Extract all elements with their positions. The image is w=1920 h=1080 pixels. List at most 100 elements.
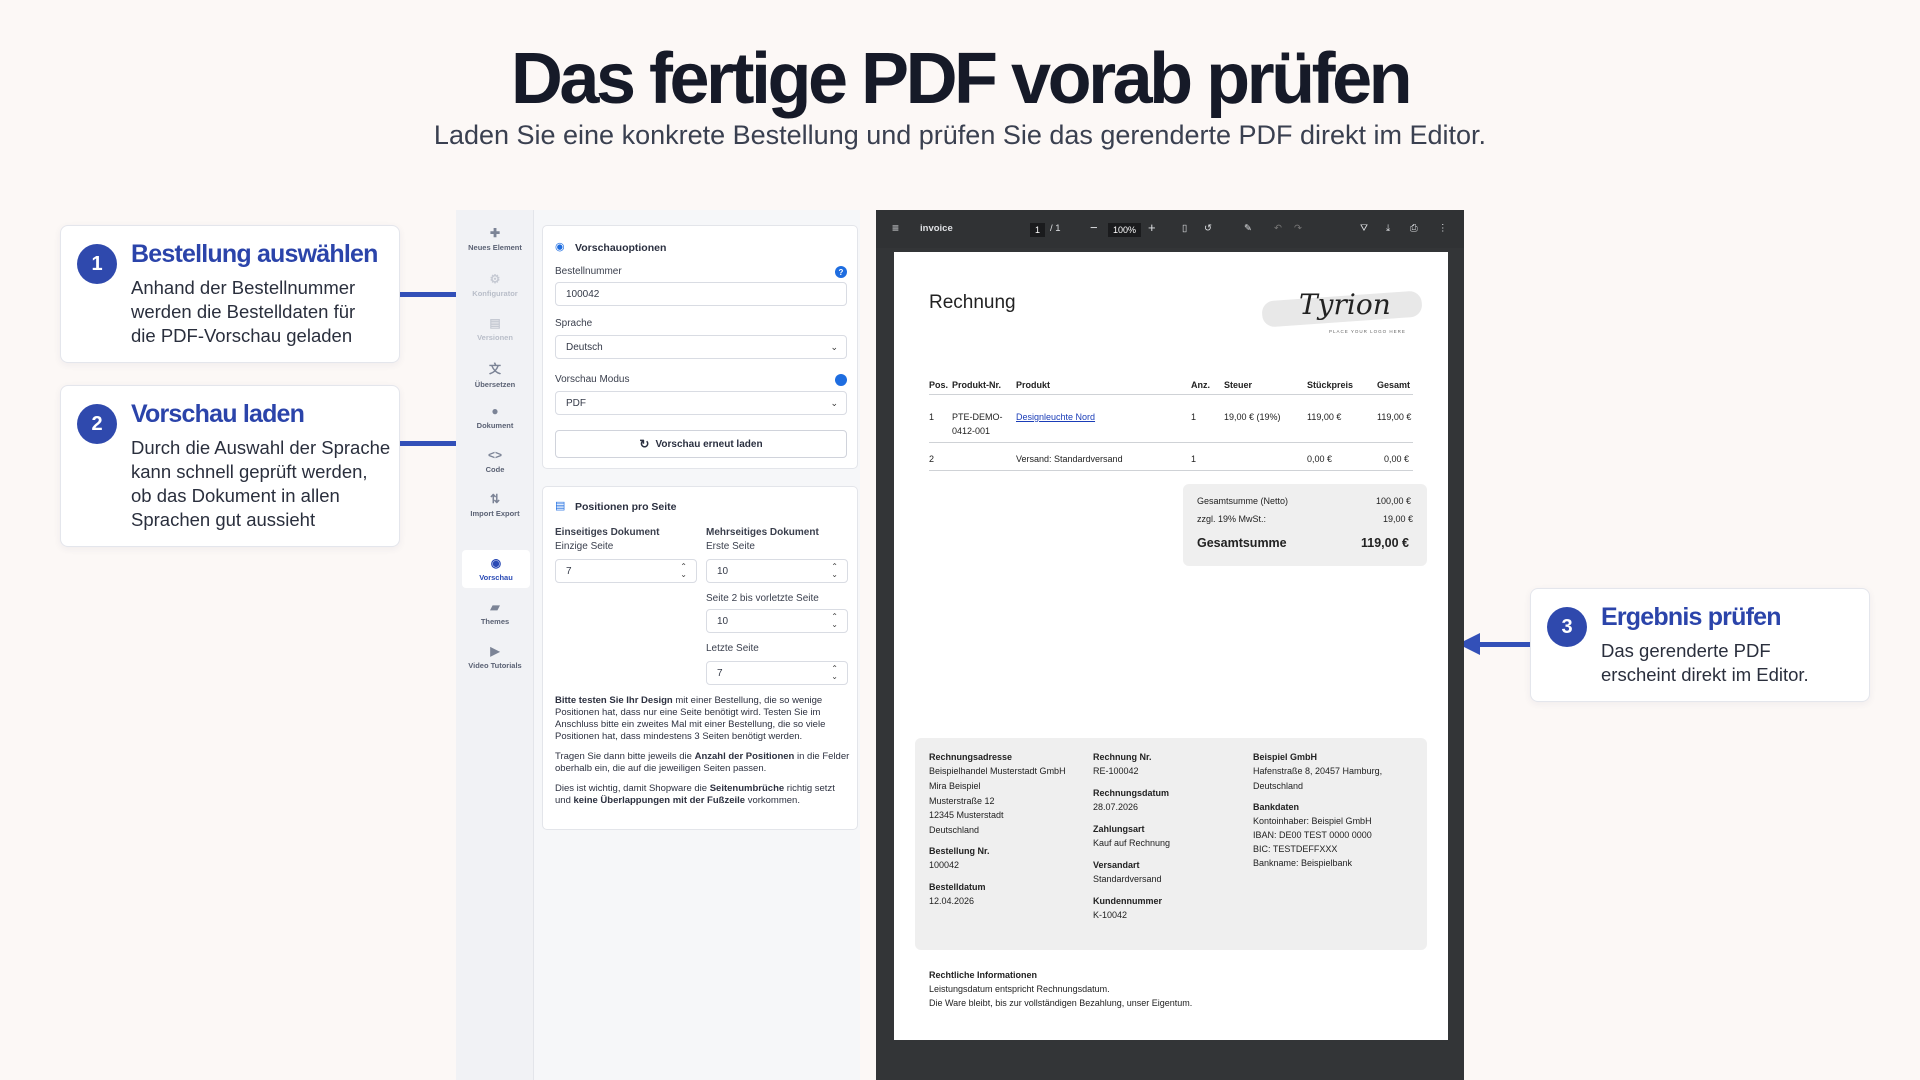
payment-value: Kauf auf Rechnung (1093, 838, 1171, 848)
customer-value: K-10042 (1093, 910, 1128, 920)
stepper-icon[interactable]: ⌃ ⌄ (680, 563, 687, 579)
legal-line: Leistungsdatum entspricht Rechnungsdatum… (929, 984, 1110, 994)
redo-icon[interactable]: ↷ (1294, 223, 1302, 234)
invoice-date-value: 28.07.2026 (1093, 802, 1139, 812)
row-total: 119,00 € (1377, 412, 1412, 422)
hero-title: Das fertige PDF vorab prüfen (510, 39, 1413, 119)
address-line: Mira Beispiel (929, 781, 981, 791)
last-page-input[interactable]: 7 ⌃ ⌄ (706, 661, 848, 685)
net-total-label: Gesamtsumme (Netto) (1197, 496, 1289, 506)
product-link[interactable]: Designleuchte Nord (1016, 412, 1095, 422)
sidebar-item-document[interactable]: ● Dokument (456, 404, 534, 430)
page-number-input[interactable]: 1 (1030, 223, 1046, 237)
order-date-label: Bestelldatum (929, 882, 986, 892)
grand-total-value: 119,00 € (1361, 536, 1409, 550)
puzzle-icon: ✚ (489, 226, 501, 240)
single-page-input[interactable]: 7 ⌃ ⌄ (555, 559, 697, 583)
help-icon[interactable]: ? (835, 266, 847, 278)
row-qty: 1 (1191, 412, 1197, 422)
stepper-icon[interactable]: ⌃ ⌄ (831, 563, 838, 579)
sidebar-label: Code (485, 465, 505, 474)
rotate-icon[interactable]: ↺ (1204, 223, 1212, 234)
address-line: Deutschland (929, 825, 980, 835)
row-divider (929, 442, 1413, 443)
preview-mode-value: PDF (566, 397, 586, 409)
sidebar-item-import-export[interactable]: ⇅ Import Export (456, 492, 534, 518)
pdf-viewer: ≡ invoice 1 / 1 − 100% + ▯ ↺ ✎ ↶ ↷ ⛛ ⤓ ⎙… (876, 210, 1464, 1080)
step-number: 2 (77, 404, 117, 444)
sidebar-label: Neues Element (468, 243, 522, 252)
reload-preview-button[interactable]: ↻ Vorschau erneut laden (555, 430, 847, 458)
zoom-in-icon[interactable]: + (1148, 220, 1156, 235)
sidebar-item-translate[interactable]: 文 Übersetzen (456, 360, 534, 389)
table-header-line (929, 394, 1413, 395)
sidebar-item-video-tutorials[interactable]: ▶ Video Tutorials (456, 644, 534, 670)
col-pos: Pos. (929, 380, 949, 390)
refresh-icon: ↻ (639, 437, 650, 451)
order-number-label: Bestellnummer (555, 266, 622, 277)
code-icon: <> (487, 448, 502, 462)
col-product: Produkt (1016, 380, 1051, 390)
stepper-icon[interactable]: ⌃ ⌄ (831, 665, 838, 681)
order-number-input[interactable]: 100042 (555, 282, 847, 306)
translate-icon: 文 (488, 362, 501, 376)
customer-label: Kundennummer (1093, 896, 1163, 906)
stepper-icon[interactable]: ⌃ ⌄ (831, 613, 838, 629)
sidebar-item-configurator[interactable]: ⚙ Konfigurator (456, 272, 534, 298)
more-options-icon[interactable]: ⋮ (1438, 223, 1448, 234)
panel-title: Positionen pro Seite (575, 501, 677, 513)
help-bold: Bitte testen Sie Ihr Design (555, 695, 673, 706)
multi-document-title: Mehrseitiges Dokument (706, 527, 819, 538)
preview-mode-select[interactable]: PDF ⌄ (555, 391, 847, 415)
document-name: invoice (920, 223, 953, 234)
sidebar-label: Themes (480, 617, 510, 626)
grand-total-label: Gesamtsumme (1197, 536, 1287, 550)
video-icon: ▶ (490, 644, 500, 658)
sidebar-label: Konfigurator (472, 289, 518, 298)
zoom-input[interactable]: 100% (1108, 223, 1142, 237)
invoice-title: Rechnung (929, 292, 1016, 313)
step-number: 1 (77, 244, 117, 284)
row-qty: 1 (1191, 454, 1197, 464)
company-address: Hafenstraße 8, 20457 Hamburg, (1253, 766, 1383, 776)
logo-signature: Tyrion (1299, 288, 1391, 321)
first-page-input[interactable]: 10 ⌃ ⌄ (706, 559, 848, 583)
order-date-value: 12.04.2026 (929, 896, 975, 906)
sidebar-item-themes[interactable]: ▰ Themes (456, 600, 534, 626)
fit-page-icon[interactable]: ▯ (1182, 223, 1187, 234)
middle-pages-input[interactable]: 10 ⌃ ⌄ (706, 609, 848, 633)
eye-icon: ◉ (490, 556, 502, 570)
info-dot-icon[interactable] (835, 374, 847, 386)
middle-pages-label: Seite 2 bis vorletzte Seite (706, 593, 819, 604)
arrow-to-pdf (1458, 633, 1530, 655)
step-number: 3 (1547, 607, 1587, 647)
language-select[interactable]: Deutsch ⌄ (555, 335, 847, 359)
row-product-nr: PTE-DEMO- (952, 412, 1003, 422)
address-line: Musterstraße 12 (929, 796, 995, 806)
page-total: / 1 (1050, 223, 1061, 234)
logo-tagline: PLACE YOUR LOGO HERE (1329, 329, 1406, 334)
row-unit-price: 119,00 € (1307, 412, 1342, 422)
sidebar-item-code[interactable]: <> Code (456, 448, 534, 474)
col-unit-price: Stückpreis (1307, 380, 1354, 390)
download-icon[interactable]: ⤓ (1386, 223, 1390, 234)
sidebar-item-versions[interactable]: ▤ Versionen (456, 316, 534, 342)
panel-title: Vorschauoptionen (575, 242, 667, 254)
undo-icon[interactable]: ↶ (1274, 223, 1282, 234)
bank-title: Bankdaten (1253, 802, 1300, 812)
draw-icon[interactable]: ✎ (1244, 223, 1252, 234)
legal-title: Rechtliche Informationen (929, 970, 1038, 980)
sidebar-item-new-element[interactable]: ✚ Neues Element (456, 226, 534, 252)
menu-icon[interactable]: ≡ (892, 221, 899, 235)
col-tax: Steuer (1224, 380, 1253, 390)
save-to-drive-icon[interactable]: ⛛ (1360, 223, 1368, 234)
reload-preview-label: Vorschau erneut laden (655, 438, 763, 450)
sidebar-item-preview[interactable]: ◉ Vorschau (462, 550, 530, 588)
bank-line: Kontoinhaber: Beispiel GmbH (1253, 816, 1372, 826)
help-text-3a: Dies ist wichtig, damit Shopware die (555, 783, 710, 794)
order-no-label: Bestellung Nr. (929, 846, 990, 856)
first-page-value: 10 (717, 565, 729, 577)
middle-pages-value: 10 (717, 615, 729, 627)
print-icon[interactable]: ⎙ (1410, 223, 1418, 234)
zoom-out-icon[interactable]: − (1090, 220, 1098, 235)
